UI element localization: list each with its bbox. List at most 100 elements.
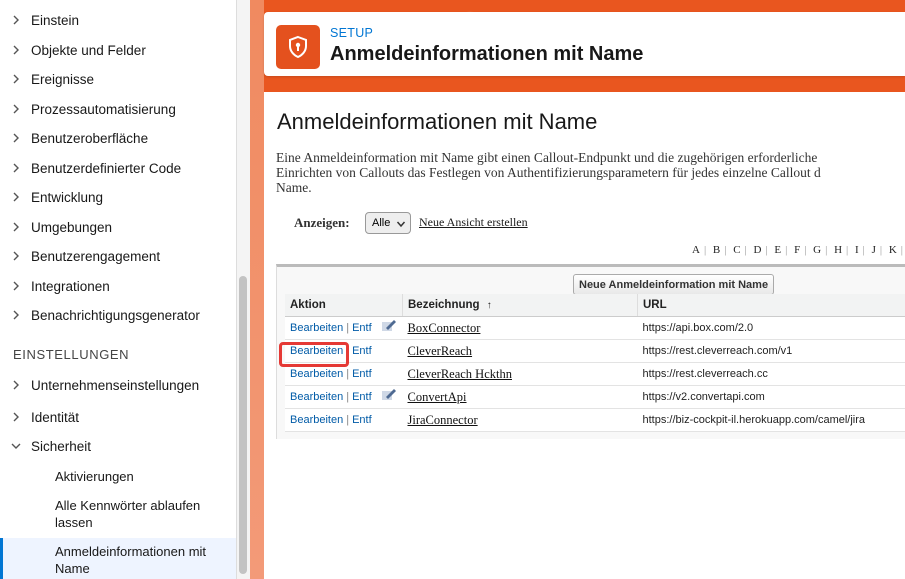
view-label: Anzeigen:	[294, 215, 350, 230]
delete-link[interactable]: Entf	[352, 345, 372, 357]
alpha-filter-k[interactable]: K	[889, 244, 897, 256]
alphabet-filter: A| B| C| D| E| F| G| H| I| J| K| L|	[692, 244, 905, 256]
alpha-separator: |	[900, 244, 903, 256]
url-cell: https://v2.convertapi.com	[637, 385, 905, 409]
sidebar-item-sicherheit[interactable]: Sicherheit	[0, 432, 236, 460]
create-view-link[interactable]: Neue Ansicht erstellen	[419, 215, 528, 230]
alpha-separator: |	[846, 244, 849, 256]
chevron-right-icon	[10, 73, 22, 85]
sidebar-item-benachrichtigungsgenerator[interactable]: Benachrichtigungsgenerator	[0, 301, 236, 329]
sidebar-item-benutzerdefinierter-code[interactable]: Benutzerdefinierter Code	[0, 154, 236, 182]
sidebar-item-label: Identität	[31, 409, 80, 425]
sidebar-item-prozessautomatisierung[interactable]: Prozessautomatisierung	[0, 95, 236, 123]
sidebar-item-label: Benutzerengagement	[31, 248, 161, 264]
chevron-right-icon	[10, 379, 22, 391]
chevron-right-icon	[10, 191, 22, 203]
header-kicker: SETUP	[330, 26, 374, 40]
view-select-value: Alle	[372, 217, 391, 229]
chevron-down-icon	[10, 440, 22, 452]
delete-link[interactable]: Entf	[352, 368, 372, 380]
alpha-filter-j[interactable]: J	[872, 244, 876, 256]
sidebar-item-label: Benutzeroberfläche	[31, 130, 149, 146]
delete-link[interactable]: Entf	[352, 391, 372, 403]
page-header: SETUP Anmeldeinformationen mit Name	[264, 12, 905, 76]
setup-shield-icon	[276, 25, 320, 69]
sidebar-item-unternehmenseinstellungen[interactable]: Unternehmenseinstellungen	[0, 371, 236, 399]
chevron-right-icon	[10, 309, 22, 321]
alpha-filter-f[interactable]: F	[794, 244, 800, 256]
delete-link[interactable]: Entf	[352, 414, 372, 426]
name-cell: CleverReach	[402, 339, 638, 363]
credentials-list-box: Neue Anmeldeinformation mit Name Aktion …	[276, 264, 905, 439]
new-named-credential-button[interactable]: Neue Anmeldeinformation mit Name	[573, 274, 775, 295]
sidebar-item-benutzeroberflaeche[interactable]: Benutzeroberfläche	[0, 124, 236, 152]
credential-name-link[interactable]: ConvertApi	[408, 390, 467, 404]
action-cell: Bearbeiten | Entf	[285, 408, 403, 432]
sidebar-item-label: Umgebungen	[31, 219, 113, 235]
alpha-filter-a[interactable]: A	[692, 244, 700, 256]
sidebar-item-objekte-und-felder[interactable]: Objekte und Felder	[0, 36, 236, 64]
sidebar-item-ereignisse[interactable]: Ereignisse	[0, 65, 236, 93]
table-header-row: Aktion Bezeichnung ↑ URL	[285, 294, 905, 317]
delete-link[interactable]: Entf	[352, 322, 372, 334]
page-description: Eine Anmeldeinformation mit Name gibt ei…	[276, 150, 905, 195]
table-row: Bearbeiten | Entf CleverReach Hckthn https…	[285, 362, 905, 386]
edit-pencil-icon	[382, 389, 396, 400]
setup-sidebar: Einstein Objekte und Felder Ereignisse P…	[0, 0, 250, 579]
sidebar-item-integrationen[interactable]: Integrationen	[0, 272, 236, 300]
sidebar-item-einstein[interactable]: Einstein	[0, 6, 236, 34]
table-row: Bearbeiten | Entf BoxConnector https://api…	[285, 316, 905, 340]
sidebar-subitem-anmeldeinformationen[interactable]: Anmeldeinformationen mit Name	[0, 538, 236, 579]
alpha-separator: |	[724, 244, 727, 256]
main-edge-band	[250, 0, 264, 579]
edit-link[interactable]: Bearbeiten	[290, 368, 343, 380]
description-line: Einrichten von Callouts das Festlegen vo…	[276, 165, 821, 180]
credential-name-link[interactable]: CleverReach	[408, 344, 473, 358]
credential-name-link[interactable]: JiraConnector	[408, 413, 478, 427]
sidebar-item-label: Benachrichtigungsgenerator	[31, 307, 200, 323]
table-row: Bearbeiten | Entf CleverReach https://rest…	[285, 339, 905, 363]
chevron-down-icon	[396, 221, 406, 228]
alpha-filter-d[interactable]: D	[754, 244, 762, 256]
column-header-aktion: Aktion	[285, 294, 403, 317]
alpha-filter-h[interactable]: H	[834, 244, 842, 256]
sidebar-scrollbar-thumb[interactable]	[239, 276, 247, 574]
chevron-right-icon	[10, 44, 22, 56]
edit-link[interactable]: Bearbeiten	[290, 414, 343, 426]
chevron-right-icon	[10, 280, 22, 292]
url-cell: https://rest.cleverreach.cc	[637, 362, 905, 386]
description-line: Name.	[276, 180, 312, 195]
sidebar-item-umgebungen[interactable]: Umgebungen	[0, 213, 236, 241]
alpha-separator: |	[862, 244, 865, 256]
name-cell: CleverReach Hckthn	[402, 362, 638, 386]
edit-link[interactable]: Bearbeiten	[290, 391, 343, 403]
alpha-separator: |	[804, 244, 807, 256]
sidebar-item-entwicklung[interactable]: Entwicklung	[0, 183, 236, 211]
alpha-separator: |	[879, 244, 883, 256]
sidebar-subitem-kennwoerter-ablaufen[interactable]: Alle Kennwörter ablaufen lassen	[0, 497, 236, 531]
table-row: Bearbeiten | Entf JiraConnector https://bi…	[285, 408, 905, 432]
view-select[interactable]: Alle	[365, 212, 411, 234]
alpha-filter-g[interactable]: G	[813, 244, 821, 256]
name-cell: BoxConnector	[402, 316, 638, 340]
chevron-right-icon	[10, 250, 22, 262]
action-cell: Bearbeiten | Entf	[285, 385, 403, 409]
column-header-bezeichnung[interactable]: Bezeichnung ↑	[402, 294, 638, 317]
description-line: Eine Anmeldeinformation mit Name gibt ei…	[276, 150, 818, 165]
edit-link[interactable]: Bearbeiten	[290, 322, 343, 334]
sidebar-item-identitaet[interactable]: Identität	[0, 403, 236, 431]
alpha-filter-b[interactable]: B	[713, 244, 720, 256]
header-title: Anmeldeinformationen mit Name	[330, 43, 644, 65]
alpha-filter-i[interactable]: I	[855, 244, 859, 256]
alpha-filter-e[interactable]: E	[774, 244, 781, 256]
credential-name-link[interactable]: CleverReach Hckthn	[408, 367, 512, 381]
chevron-right-icon	[10, 162, 22, 174]
page-title: Anmeldeinformationen mit Name	[277, 109, 598, 134]
url-cell: https://api.box.com/2.0	[637, 316, 905, 340]
sidebar-item-benutzerengagement[interactable]: Benutzerengagement	[0, 242, 236, 270]
alpha-filter-c[interactable]: C	[733, 244, 740, 256]
action-cell: Bearbeiten | Entf	[285, 316, 403, 340]
credential-name-link[interactable]: BoxConnector	[408, 321, 481, 335]
sidebar-item-label: Prozessautomatisierung	[31, 101, 176, 117]
sidebar-subitem-aktivierungen[interactable]: Aktivierungen	[0, 468, 236, 485]
